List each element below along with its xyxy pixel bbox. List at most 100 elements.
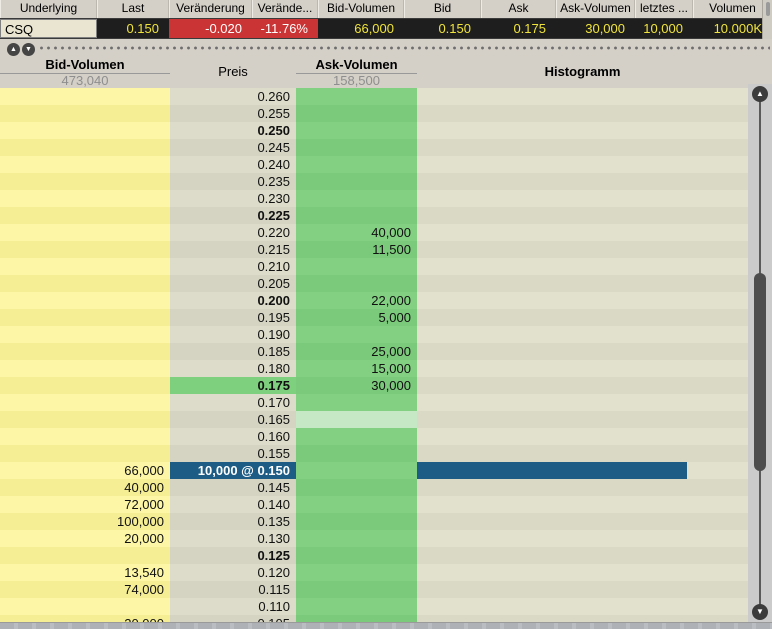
ladder-price-cell[interactable]: 0.165 <box>170 411 296 428</box>
ladder-ask-volume-cell[interactable] <box>296 598 417 615</box>
quote-col-last-size[interactable]: letztes ... <box>635 0 693 18</box>
ladder-ask-volume-cell[interactable] <box>296 122 417 139</box>
ladder-ask-volume-cell[interactable] <box>296 445 417 462</box>
ladder-price-cell[interactable]: 0.200 <box>170 292 296 309</box>
ladder-ask-volume-cell[interactable]: 25,000 <box>296 343 417 360</box>
ladder-price-cell[interactable]: 0.155 <box>170 445 296 462</box>
ladder-bid-volume-cell[interactable]: 40,000 <box>0 479 170 496</box>
ladder-price-cell[interactable]: 0.215 <box>170 241 296 258</box>
ladder-ask-volume-cell[interactable] <box>296 207 417 224</box>
ladder-bid-volume-cell[interactable] <box>0 207 170 224</box>
ladder-price-cell[interactable]: 0.205 <box>170 275 296 292</box>
ladder-bid-volume-cell[interactable] <box>0 377 170 394</box>
ladder-bid-volume-cell[interactable] <box>0 394 170 411</box>
scroll-up-button[interactable]: ▲ <box>7 43 20 56</box>
quote-col-bid[interactable]: Bid <box>404 0 481 18</box>
ask-volume-column-header[interactable]: Ask-Volumen 158,500 <box>296 56 417 88</box>
quote-col-change[interactable]: Veränderung <box>169 0 252 18</box>
ladder-price-cell[interactable]: 0.240 <box>170 156 296 173</box>
ladder-ask-volume-cell[interactable] <box>296 581 417 598</box>
ladder-bid-volume-cell[interactable]: 72,000 <box>0 496 170 513</box>
ladder-price-cell[interactable]: 0.220 <box>170 224 296 241</box>
ladder-ask-volume-cell[interactable]: 11,500 <box>296 241 417 258</box>
ladder-bid-volume-cell[interactable] <box>0 411 170 428</box>
ladder-price-cell[interactable]: 0.130 <box>170 530 296 547</box>
ladder-ask-volume-cell[interactable] <box>296 275 417 292</box>
ladder-bid-volume-cell[interactable] <box>0 105 170 122</box>
ladder-bid-volume-cell[interactable] <box>0 360 170 377</box>
ladder-ask-volume-cell[interactable] <box>296 564 417 581</box>
ladder-price-cell[interactable]: 0.115 <box>170 581 296 598</box>
ladder-bid-volume-cell[interactable]: 13,540 <box>0 564 170 581</box>
ladder-price-cell[interactable]: 0.190 <box>170 326 296 343</box>
ladder-ask-volume-cell[interactable]: 30,000 <box>296 377 417 394</box>
ladder-price-cell[interactable]: 0.225 <box>170 207 296 224</box>
scrollbar-up-icon[interactable]: ▲ <box>752 86 768 102</box>
quote-data-row[interactable]: CSQ 0.150 -0.020 -11.76% 66,000 0.150 0.… <box>0 18 772 39</box>
ladder-bid-volume-cell[interactable] <box>0 326 170 343</box>
ladder-ask-volume-cell[interactable] <box>296 615 417 622</box>
ladder-price-cell[interactable]: 0.235 <box>170 173 296 190</box>
ladder-bid-volume-cell[interactable] <box>0 190 170 207</box>
ladder-price-cell[interactable]: 0.135 <box>170 513 296 530</box>
ladder-bid-volume-cell[interactable] <box>0 547 170 564</box>
ladder-ask-volume-cell[interactable] <box>296 411 417 428</box>
ladder-bid-volume-cell[interactable] <box>0 275 170 292</box>
ladder-bid-volume-cell[interactable] <box>0 292 170 309</box>
ladder-ask-volume-cell[interactable]: 5,000 <box>296 309 417 326</box>
ladder-ask-volume-cell[interactable] <box>296 479 417 496</box>
scroll-down-button[interactable]: ▼ <box>22 43 35 56</box>
ladder-ask-volume-cell[interactable] <box>296 394 417 411</box>
ladder-price-cell[interactable]: 0.145 <box>170 479 296 496</box>
ladder-bid-volume-cell[interactable] <box>0 139 170 156</box>
quote-col-ask-volume[interactable]: Ask-Volumen <box>556 0 635 18</box>
bid-volume-column-header[interactable]: Bid-Volumen 473,040 <box>0 56 170 88</box>
ladder-price-cell[interactable]: 0.105 <box>170 615 296 622</box>
scrollbar-down-icon[interactable]: ▼ <box>752 604 768 620</box>
underlying-cell[interactable]: CSQ <box>0 19 97 38</box>
ladder-price-cell[interactable]: 0.180 <box>170 360 296 377</box>
price-column-header[interactable]: Preis <box>170 56 296 88</box>
quote-col-change-pct[interactable]: Verände... <box>252 0 318 18</box>
ladder-price-cell[interactable]: 0.175 <box>170 377 296 394</box>
ladder-price-cell[interactable]: 0.120 <box>170 564 296 581</box>
ladder-bid-volume-cell[interactable] <box>0 156 170 173</box>
ladder-ask-volume-cell[interactable] <box>296 547 417 564</box>
ladder-bid-volume-cell[interactable]: 20,000 <box>0 615 170 622</box>
ladder-bid-volume-cell[interactable] <box>0 428 170 445</box>
ladder-ask-volume-cell[interactable]: 15,000 <box>296 360 417 377</box>
ladder-bid-volume-cell[interactable]: 100,000 <box>0 513 170 530</box>
ladder-bid-volume-cell[interactable] <box>0 445 170 462</box>
ladder-price-cell[interactable]: 0.210 <box>170 258 296 275</box>
ladder-ask-volume-cell[interactable] <box>296 258 417 275</box>
ladder-price-cell[interactable]: 0.255 <box>170 105 296 122</box>
bottom-resize-strip[interactable] <box>0 622 772 629</box>
ladder-ask-volume-cell[interactable] <box>296 105 417 122</box>
ladder-bid-volume-cell[interactable] <box>0 309 170 326</box>
ladder-bid-volume-cell[interactable] <box>0 122 170 139</box>
ladder-bid-volume-cell[interactable] <box>0 173 170 190</box>
vertical-scrollbar[interactable]: ▲ ▼ <box>748 84 772 622</box>
ladder-price-cell[interactable]: 0.140 <box>170 496 296 513</box>
ladder-ask-volume-cell[interactable] <box>296 428 417 445</box>
ladder-bid-volume-cell[interactable] <box>0 343 170 360</box>
ladder-ask-volume-cell[interactable] <box>296 190 417 207</box>
ladder-price-cell[interactable]: 0.125 <box>170 547 296 564</box>
drag-handle-dots[interactable] <box>38 40 770 56</box>
ladder-price-cell[interactable]: 0.250 <box>170 122 296 139</box>
quote-col-volume[interactable]: Volumen <box>693 0 772 18</box>
quote-col-ask[interactable]: Ask <box>481 0 556 18</box>
ladder-ask-volume-cell[interactable] <box>296 173 417 190</box>
ladder-ask-volume-cell[interactable] <box>296 513 417 530</box>
ladder-ask-volume-cell[interactable]: 40,000 <box>296 224 417 241</box>
ladder-bid-volume-cell[interactable] <box>0 598 170 615</box>
quote-table-scrollbar[interactable] <box>762 0 772 39</box>
ladder-ask-volume-cell[interactable] <box>296 462 417 479</box>
ladder-ask-volume-cell[interactable] <box>296 326 417 343</box>
ladder-bid-volume-cell[interactable] <box>0 88 170 105</box>
ladder-price-cell[interactable]: 0.185 <box>170 343 296 360</box>
ladder-bid-volume-cell[interactable]: 66,000 <box>0 462 170 479</box>
ladder-ask-volume-cell[interactable] <box>296 156 417 173</box>
ladder-ask-volume-cell[interactable] <box>296 496 417 513</box>
ladder-price-cell[interactable]: 0.230 <box>170 190 296 207</box>
